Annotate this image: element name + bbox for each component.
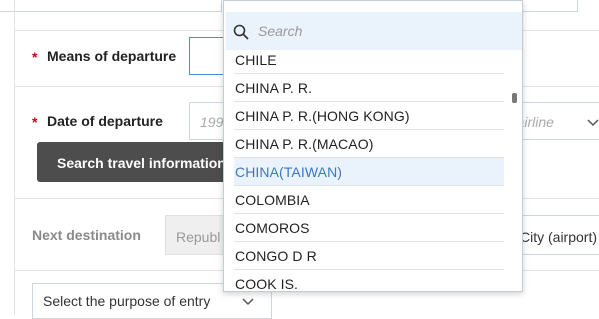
required-marker: *	[32, 49, 38, 65]
chevron-down-icon	[242, 298, 254, 306]
date-placeholder: 199	[200, 114, 224, 130]
next-destination-value: Republ	[176, 229, 221, 245]
search-travel-button[interactable]: Search travel information	[37, 142, 232, 182]
dropdown-option[interactable]: COMOROS	[234, 214, 504, 242]
search-placeholder: Search	[258, 23, 303, 39]
dropdown-option[interactable]: CHINA P. R.(HONG KONG)	[234, 102, 504, 130]
dropdown-option-label: COMOROS	[235, 220, 310, 236]
dropdown-option-label: COOK IS.	[235, 276, 299, 292]
chevron-down-icon	[587, 119, 599, 127]
dropdown-option-label: CHINA P. R.	[235, 80, 313, 96]
top-field-left[interactable]	[0, 0, 222, 12]
dropdown-option-label: CONGO D R	[235, 248, 317, 264]
dropdown-option-label: CHILE	[235, 52, 277, 68]
means-label: Means of departure	[47, 48, 177, 64]
dropdown-option[interactable]: CHINA P. R.(MACAO)	[234, 130, 504, 158]
search-icon	[233, 24, 249, 40]
dropdown-option-label: CHINA P. R.(HONG KONG)	[235, 108, 410, 124]
search-travel-label: Search travel information	[57, 155, 226, 171]
dropdown-option-label: COLOMBIA	[235, 192, 310, 208]
dropdown-option[interactable]: CHINA(TAIWAN)	[234, 158, 504, 186]
required-marker: *	[32, 114, 38, 130]
purpose-select-label: Select the purpose of entry	[43, 293, 211, 309]
dropdown-option-label: CHINA(TAIWAN)	[235, 164, 343, 180]
dropdown-option[interactable]: COLOMBIA	[234, 186, 504, 214]
date-label: Date of departure	[47, 113, 163, 129]
dropdown-option[interactable]: CHILE	[234, 46, 504, 74]
next-destination-label: Next destination	[32, 227, 141, 243]
dropdown-option[interactable]: COOK IS.	[234, 270, 504, 292]
dropdown-option-label: CHINA P. R.(MACAO)	[235, 136, 374, 152]
city-value: City (airport)	[520, 229, 598, 245]
dropdown-search[interactable]: Search	[226, 12, 522, 50]
dropdown-option[interactable]: CHINA P. R.	[234, 74, 504, 102]
dropdown-option[interactable]: CONGO D R	[234, 242, 504, 270]
country-dropdown[interactable]: Search CHILE CHINA P. R. CHINA P. R.(HONG …	[223, 0, 523, 292]
scrollbar[interactable]	[512, 93, 517, 103]
